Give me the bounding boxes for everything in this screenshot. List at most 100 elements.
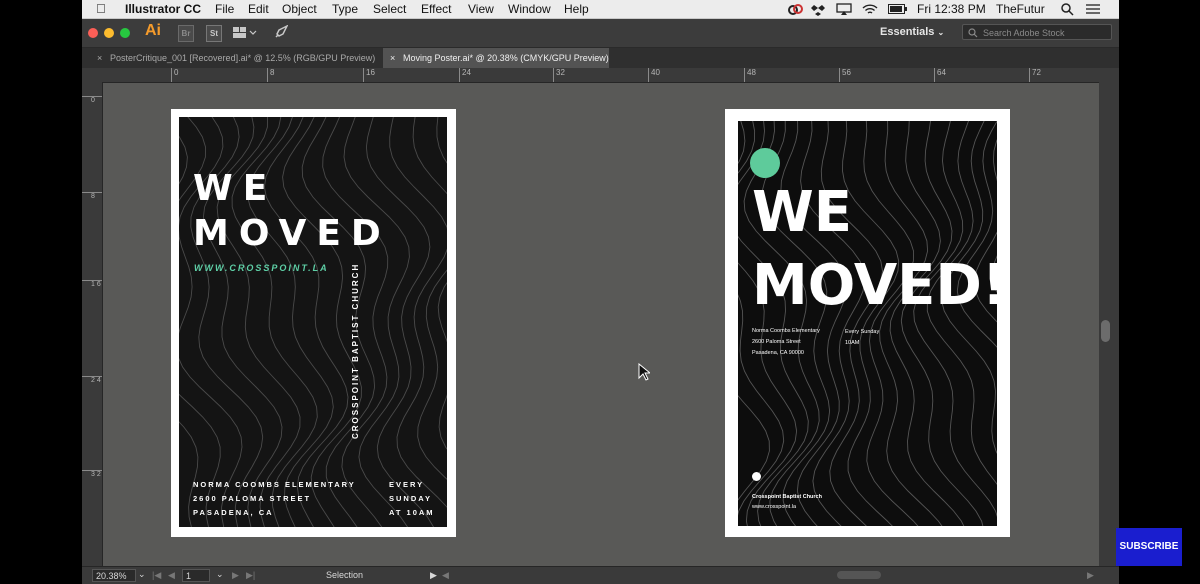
ruler-tick-label: 0 [82, 96, 102, 105]
status-bar: 20.38% ⌄ |◀ ◀ 1 ⌄ ▶ ▶| Selection ▶ ◀ ▶ [82, 566, 1119, 584]
ruler-tick-label: 40 [648, 68, 660, 82]
address-line[interactable]: 2600 Paloma Street [752, 337, 801, 347]
time-line[interactable]: Every Sunday [845, 327, 879, 337]
headline-line-2[interactable]: MOVED! [752, 256, 997, 316]
ruler-tick-label: 32 [553, 68, 565, 82]
close-tab-icon[interactable]: × [390, 48, 395, 68]
workspace-switcher[interactable]: Essentials ⌄ [880, 26, 944, 38]
tab-label: Moving Poster.ai* @ 20.38% (CMYK/GPU Pre… [403, 53, 609, 63]
address-line[interactable]: 2600 PALOMA STREET [193, 492, 311, 506]
artboard-number-field[interactable]: 1 [182, 569, 210, 582]
close-tab-icon[interactable]: × [97, 48, 102, 68]
gpu-performance-rocket-icon[interactable] [274, 25, 288, 39]
address-line[interactable]: Norma Coombs Elementary [752, 326, 820, 336]
time-line[interactable]: AT 10AM [389, 506, 435, 520]
creative-cloud-icon[interactable] [787, 3, 803, 15]
accent-circle[interactable] [750, 148, 780, 178]
menu-window[interactable]: Window [508, 2, 551, 16]
headline-line-2[interactable]: MOVED [193, 214, 391, 254]
church-name[interactable]: Crosspoint Baptist Church [752, 492, 822, 502]
last-artboard-icon[interactable]: ▶| [246, 570, 255, 581]
menu-edit[interactable]: Edit [248, 2, 269, 16]
headline-line-1[interactable]: WE [193, 169, 277, 209]
user-name[interactable]: TheFutur [996, 2, 1045, 16]
application-bar: Ai Br St Essentials ⌄ Search Adobe Stock [82, 19, 1119, 48]
clock[interactable]: Fri 12:38 PM [917, 2, 986, 16]
bridge-button[interactable]: Br [178, 25, 194, 42]
ruler-tick-label: 56 [839, 68, 851, 82]
dropbox-icon[interactable] [811, 2, 825, 16]
search-adobe-stock-input[interactable]: Search Adobe Stock [962, 24, 1112, 40]
church-name-vertical[interactable]: CROSSPOINT BAPTIST CHURCH [351, 239, 360, 439]
menu-object[interactable]: Object [282, 2, 317, 16]
website-url[interactable]: WWW.CROSSPOINT.LA [194, 263, 329, 273]
status-menu-arrow-icon[interactable]: ▶ [430, 570, 437, 581]
apple-icon[interactable]:  [96, 1, 106, 16]
menu-view[interactable]: View [468, 2, 494, 16]
bullet-dot[interactable] [752, 472, 761, 481]
chevron-down-icon: ⌄ [937, 28, 945, 37]
wifi-icon[interactable] [862, 3, 878, 15]
ruler-tick-label: 8 [267, 68, 274, 82]
ruler-tick-label: 2 4 [82, 376, 102, 385]
horizontal-scrollbar-thumb[interactable] [837, 571, 881, 579]
time-line[interactable]: EVERY [389, 478, 424, 492]
headline-line-1[interactable]: WE [752, 183, 852, 243]
app-name-menu[interactable]: Illustrator CC [125, 2, 201, 16]
illustrator-window:  Illustrator CC File Edit Object Type S… [82, 0, 1119, 584]
menu-select[interactable]: Select [373, 2, 406, 16]
time-line[interactable]: 10AM [845, 338, 859, 348]
previous-artboard-icon[interactable]: ◀ [168, 570, 175, 581]
search-icon [968, 28, 978, 38]
artboard-canvas[interactable]: WE MOVED WWW.CROSSPOINT.LA CROSSPOINT BA… [103, 83, 1099, 566]
first-artboard-icon[interactable]: |◀ [152, 570, 161, 581]
address-line[interactable]: NORMA COOMBS ELEMENTARY [193, 478, 356, 492]
address-line[interactable]: PASADENA, CA [193, 506, 274, 520]
scroll-right-icon[interactable]: ▶ [1087, 570, 1094, 581]
artboard-left[interactable]: WE MOVED WWW.CROSSPOINT.LA CROSSPOINT BA… [171, 109, 456, 537]
poster-right[interactable]: WE MOVED! Norma Coombs Elementary 2600 P… [738, 121, 997, 526]
minimize-window-button[interactable] [104, 28, 114, 38]
vertical-scrollbar[interactable] [1099, 68, 1119, 566]
ruler-tick-label: 16 [363, 68, 375, 82]
tab-label: PosterCritique_001 [Recovered].ai* @ 12.… [110, 53, 376, 63]
search-placeholder: Search Adobe Stock [983, 28, 1065, 38]
next-artboard-icon[interactable]: ▶ [232, 570, 239, 581]
battery-icon[interactable] [888, 4, 908, 14]
mouse-pointer-icon [638, 363, 650, 381]
ruler-tick-label: 8 [82, 192, 102, 201]
scroll-left-icon[interactable]: ◀ [442, 570, 449, 581]
vertical-ruler[interactable]: 0 8 1 6 2 4 3 2 [82, 82, 103, 566]
website-url[interactable]: www.crosspoint.la [752, 502, 796, 512]
horizontal-ruler[interactable]: 0 8 16 24 32 40 48 56 64 72 [102, 68, 1099, 83]
vertical-scrollbar-thumb[interactable] [1101, 320, 1110, 342]
tab-moving-poster[interactable]: × Moving Poster.ai* @ 20.38% (CMYK/GPU P… [383, 48, 609, 68]
tab-poster-critique[interactable]: × PosterCritique_001 [Recovered].ai* @ 1… [90, 48, 380, 68]
address-line[interactable]: Pasadena, CA 90000 [752, 348, 804, 358]
ruler-tick-label: 64 [934, 68, 946, 82]
notification-center-icon[interactable] [1086, 4, 1100, 15]
arrange-documents-icon[interactable] [233, 27, 257, 39]
menu-help[interactable]: Help [564, 2, 589, 16]
close-window-button[interactable] [88, 28, 98, 38]
menu-file[interactable]: File [215, 2, 234, 16]
ruler-origin[interactable] [82, 68, 102, 82]
menu-effect[interactable]: Effect [421, 2, 451, 16]
ruler-tick-label: 3 2 [82, 470, 102, 479]
ruler-tick-label: 24 [459, 68, 471, 82]
menu-bar:  Illustrator CC File Edit Object Type S… [82, 0, 1119, 19]
poster-left[interactable]: WE MOVED WWW.CROSSPOINT.LA CROSSPOINT BA… [179, 117, 447, 527]
stock-button[interactable]: St [206, 25, 222, 42]
ruler-tick-label: 0 [171, 68, 178, 82]
subscribe-button[interactable]: SUBSCRIBE [1116, 528, 1182, 566]
time-line[interactable]: SUNDAY [389, 492, 432, 506]
airplay-icon[interactable] [836, 3, 852, 15]
artboard-dropdown-chevron-icon[interactable]: ⌄ [216, 569, 224, 580]
zoom-dropdown-chevron-icon[interactable]: ⌄ [138, 569, 146, 580]
zoom-level-field[interactable]: 20.38% [92, 569, 136, 582]
ruler-tick-label: 72 [1029, 68, 1041, 82]
zoom-window-button[interactable] [120, 28, 130, 38]
menu-type[interactable]: Type [332, 2, 358, 16]
spotlight-search-icon[interactable] [1061, 3, 1074, 16]
artboard-right[interactable]: WE MOVED! Norma Coombs Elementary 2600 P… [725, 109, 1010, 537]
